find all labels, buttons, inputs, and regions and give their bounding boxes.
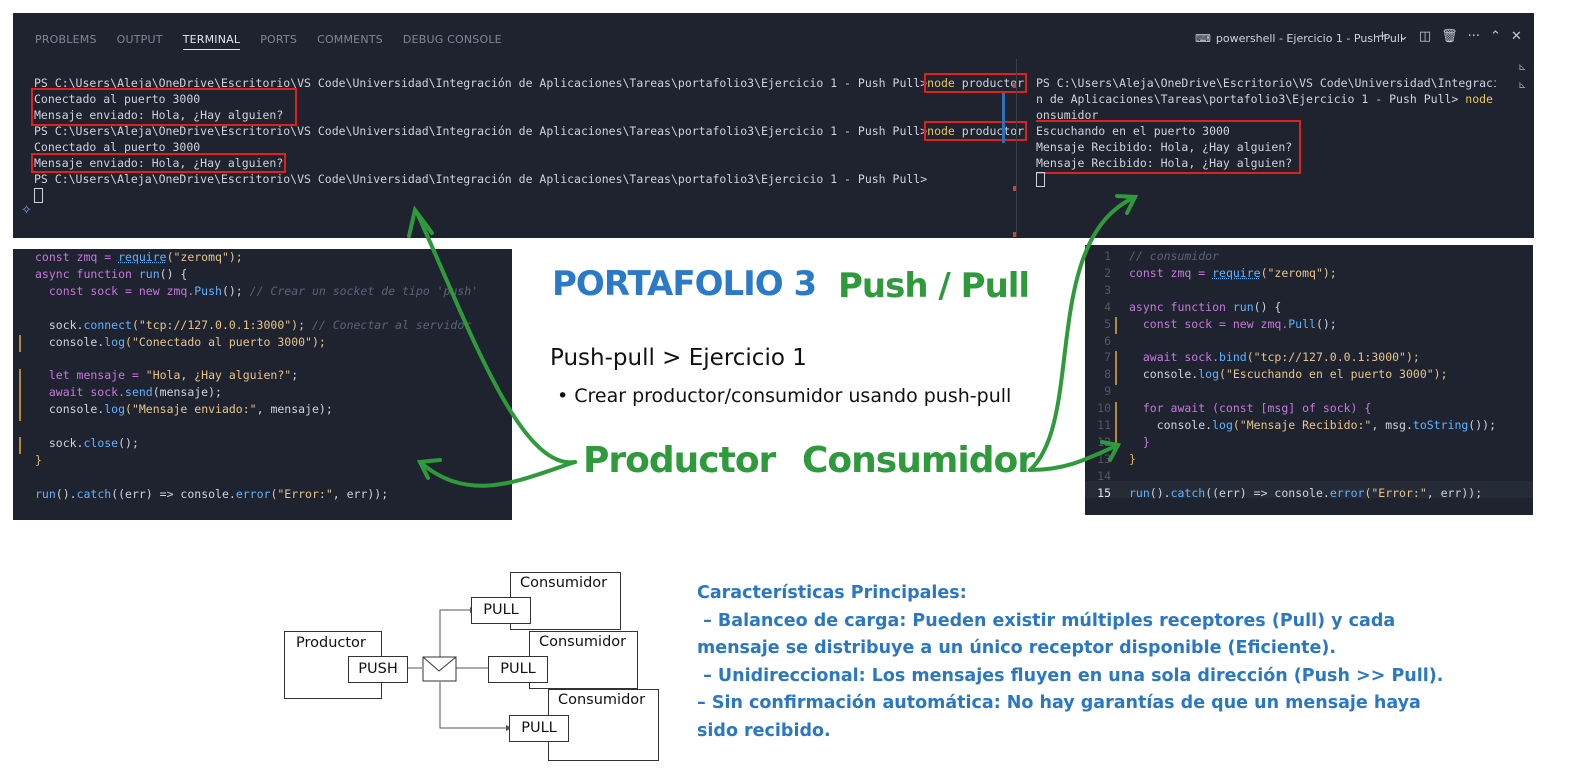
characteristic-line: mensaje se distribuye a un único recepto… xyxy=(697,638,1337,658)
pull-socket: PULL xyxy=(488,656,548,683)
characteristic-line: sido recibido. xyxy=(697,720,831,741)
characteristics-heading: Características Principales: xyxy=(697,583,967,603)
push-socket: PUSH xyxy=(348,656,408,683)
characteristics-list: Características Principales: – Balanceo … xyxy=(697,580,1497,745)
pull-socket: PULL xyxy=(471,597,531,624)
characteristic-line: – Unidireccional: Los mensajes fluyen en… xyxy=(697,665,1444,686)
characteristic-line: – Sin confirmación automática: No hay ga… xyxy=(697,693,1421,713)
envelope-icon xyxy=(422,656,457,682)
pull-socket: PULL xyxy=(509,715,569,742)
characteristic-line: – Balanceo de carga: Pueden existir múlt… xyxy=(697,610,1396,631)
